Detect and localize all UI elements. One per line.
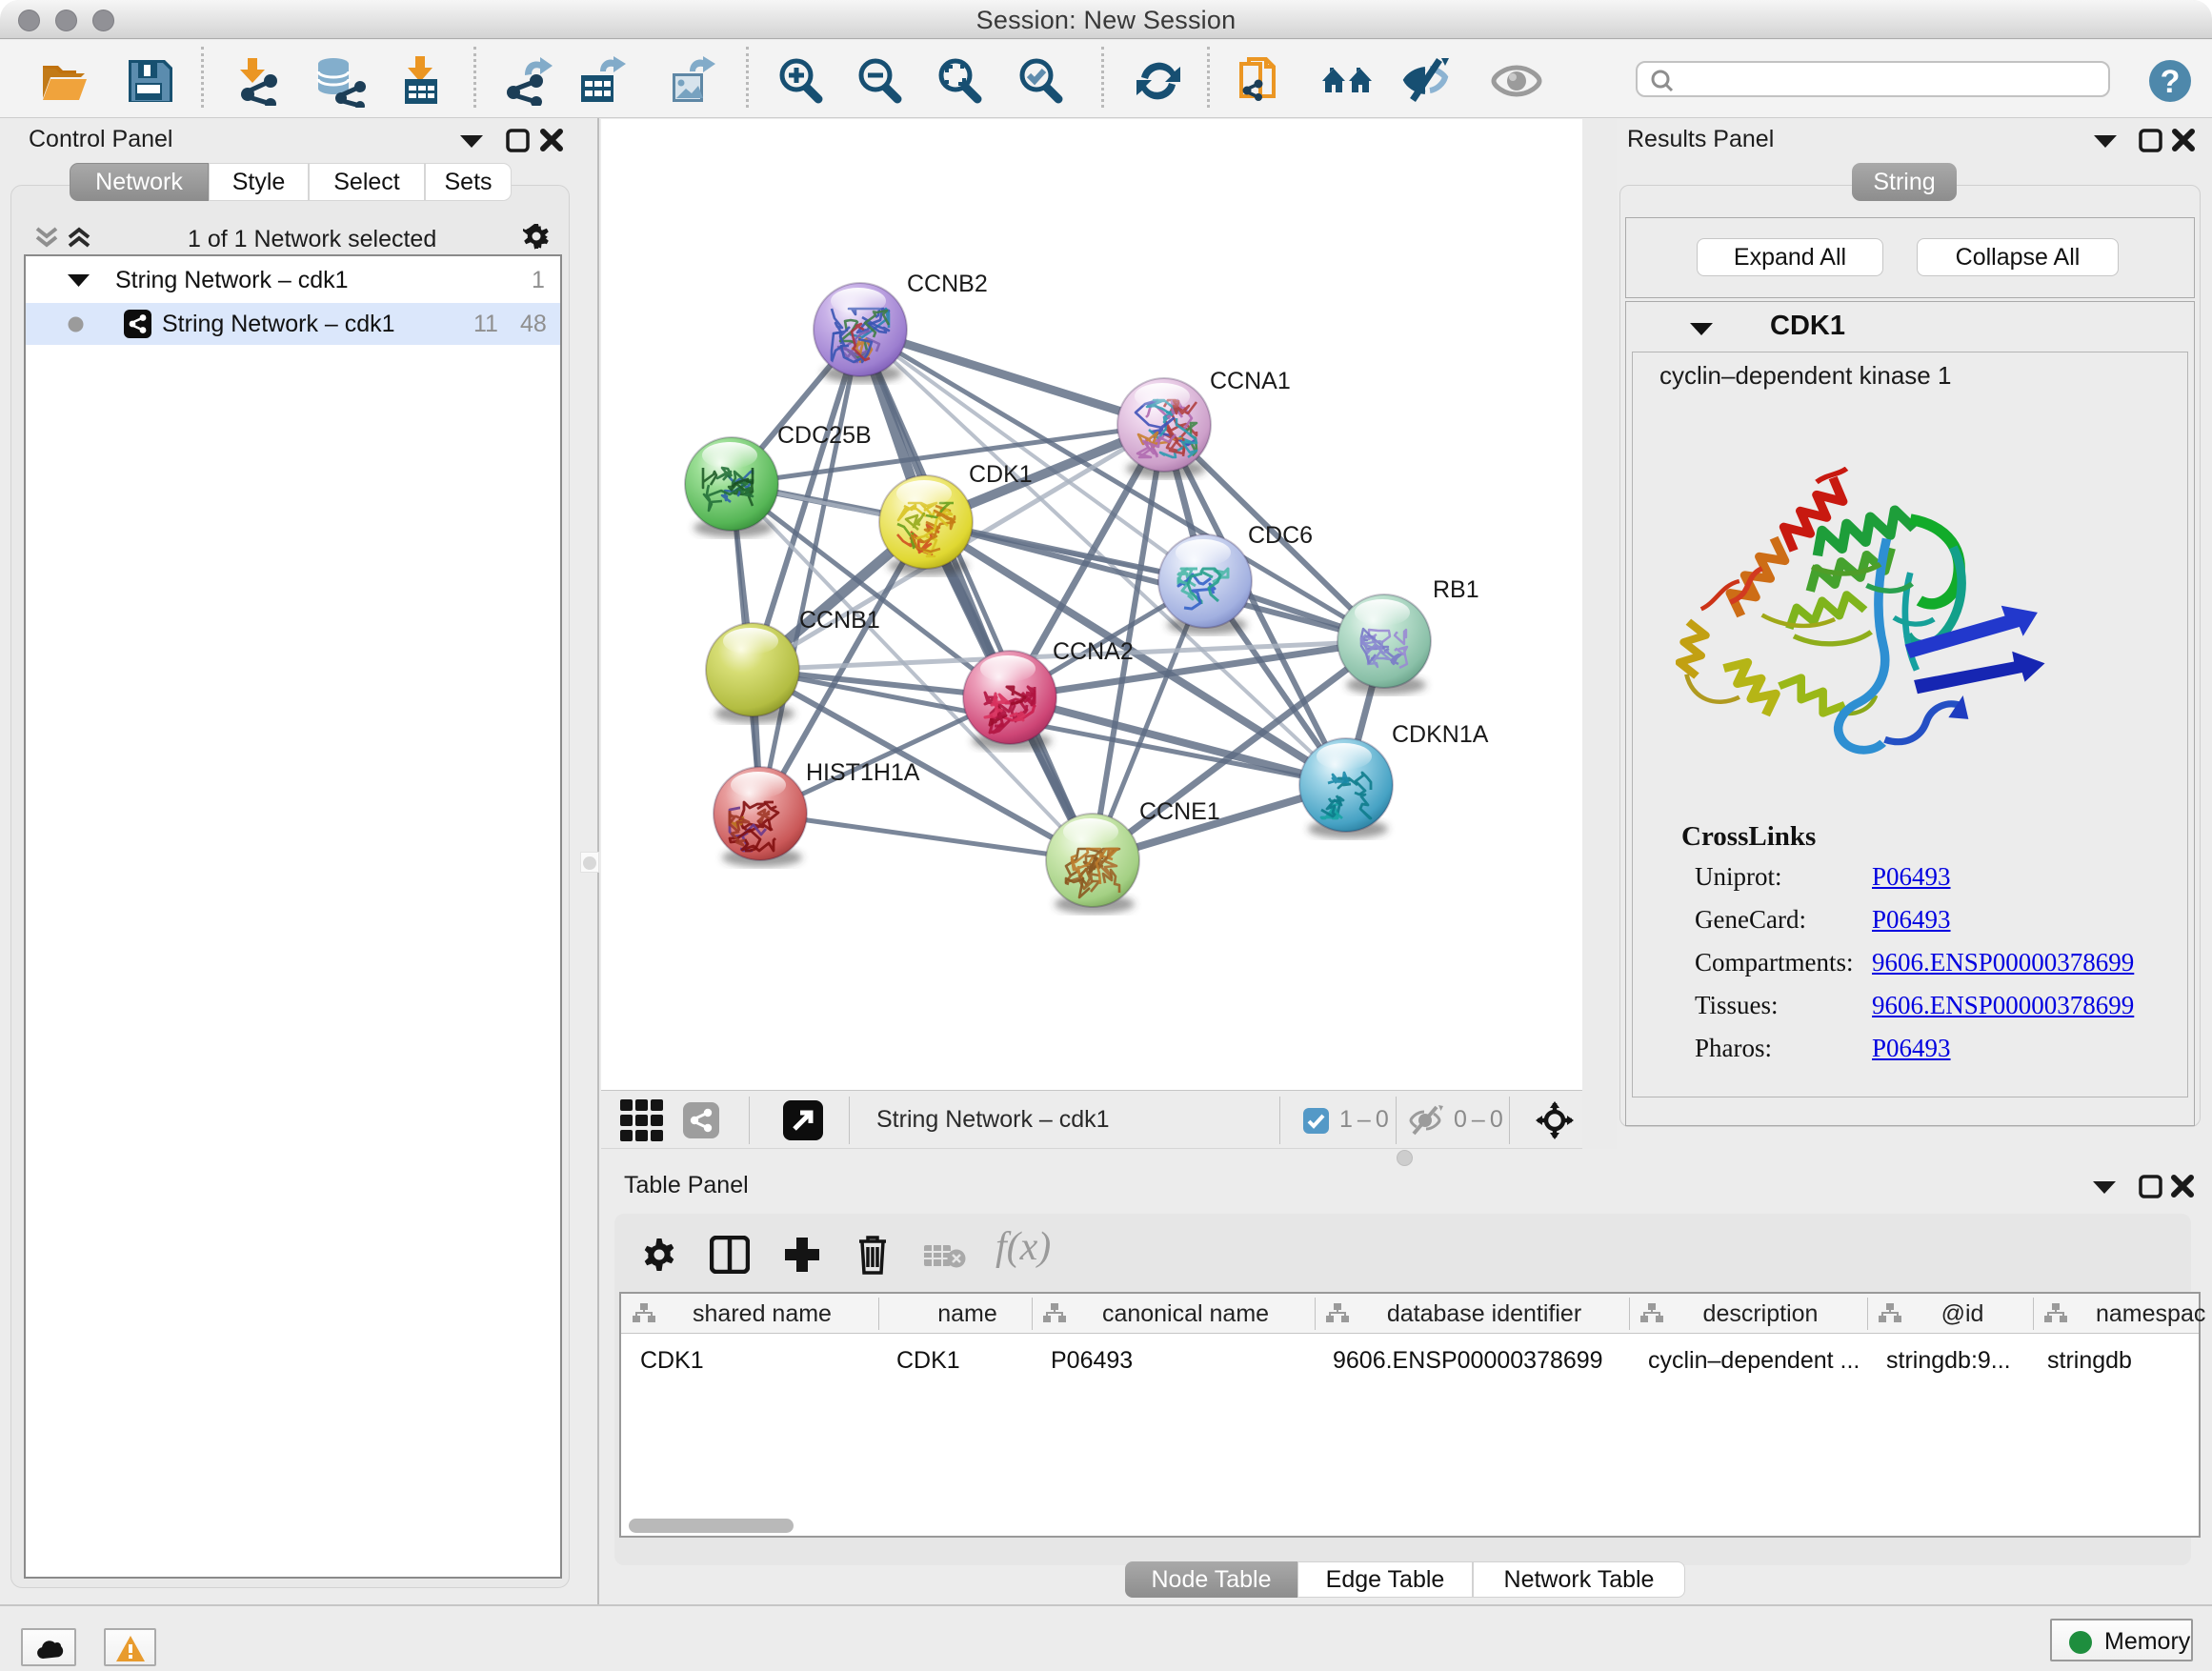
svg-text:CCNA2: CCNA2 [1053,638,1134,665]
svg-text:?: ? [2161,64,2181,100]
svg-text:CCNE1: CCNE1 [1139,798,1220,825]
svg-text:RB1: RB1 [1433,576,1479,603]
svg-text:CCNB1: CCNB1 [799,607,880,634]
svg-text:CDC25B: CDC25B [777,422,872,449]
svg-text:HIST1H1A: HIST1H1A [806,759,920,786]
svg-text:CDK1: CDK1 [969,461,1033,488]
svg-text:CDKN1A: CDKN1A [1392,721,1489,748]
svg-text:CCNB2: CCNB2 [907,271,988,297]
svg-text:CDC6: CDC6 [1248,522,1313,549]
svg-text:CCNA1: CCNA1 [1210,368,1291,394]
